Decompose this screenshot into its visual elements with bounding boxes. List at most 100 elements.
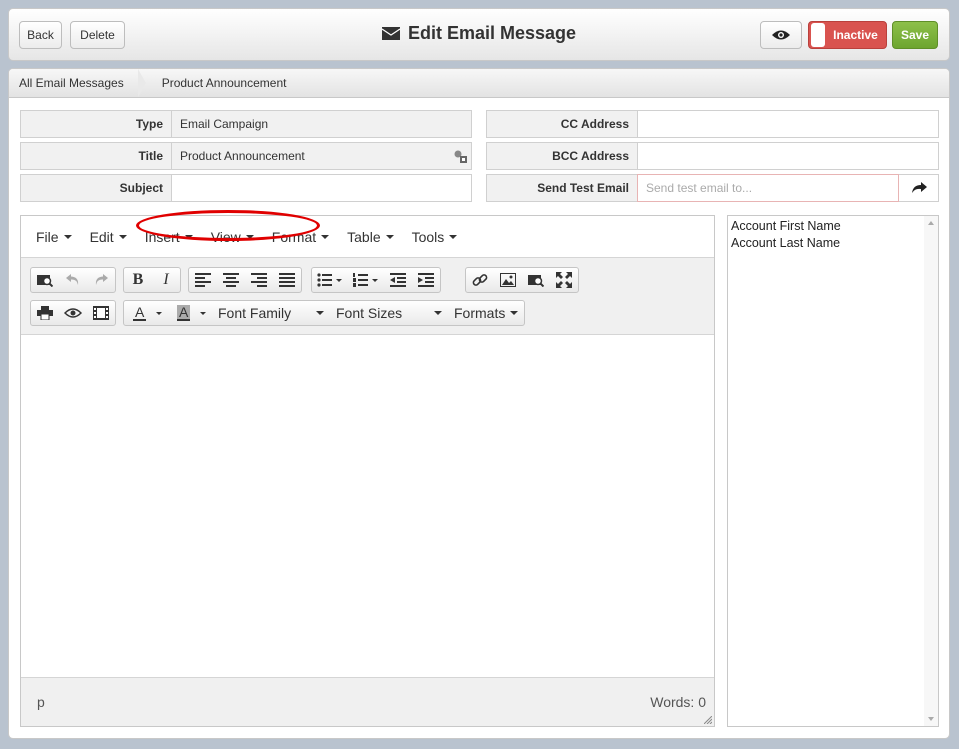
breadcrumb: All Email Messages Product Announcement: [9, 69, 949, 98]
search-folder-icon: [37, 275, 53, 287]
menu-table[interactable]: Table: [338, 229, 402, 245]
title-field[interactable]: Product Announcement: [171, 142, 472, 170]
link-button[interactable]: [466, 268, 494, 292]
bcc-input[interactable]: [637, 142, 939, 170]
caret-icon: [245, 234, 254, 239]
align-right-button[interactable]: [245, 268, 273, 292]
scroll-up-icon[interactable]: [924, 218, 938, 228]
print-icon: [37, 306, 53, 320]
undo-button[interactable]: [59, 268, 87, 292]
type-label: Type: [20, 110, 171, 138]
image-icon: [500, 273, 516, 287]
cc-label: CC Address: [486, 110, 637, 138]
caret-icon: [385, 234, 394, 239]
menu-tools[interactable]: Tools: [403, 229, 467, 245]
menu-table-label: Table: [347, 228, 381, 245]
eye-icon: [64, 308, 82, 318]
font-sizes-label: Font Sizes: [336, 305, 403, 321]
menu-file[interactable]: File: [27, 229, 81, 245]
link-icon: [472, 274, 488, 286]
save-button[interactable]: Save: [892, 21, 938, 49]
subject-label: Subject: [20, 174, 171, 202]
title-label: Title: [20, 142, 171, 170]
editor-toolbar: B I A A Font Family Font Sizes Formats: [21, 258, 714, 335]
toolbar-group-align: [188, 267, 302, 293]
background-color-button[interactable]: A: [168, 301, 212, 325]
subject-input[interactable]: [171, 174, 472, 202]
cc-input[interactable]: [637, 110, 939, 138]
align-center-button[interactable]: [217, 268, 245, 292]
test-email-input[interactable]: Send test email to...: [637, 174, 899, 202]
bcc-row: BCC Address: [486, 142, 939, 170]
caret-icon: [63, 234, 72, 239]
numbered-list-icon: [353, 273, 378, 287]
svg-text:A: A: [135, 305, 145, 320]
preview-button[interactable]: [760, 21, 802, 49]
indent-button[interactable]: [412, 268, 440, 292]
caret-icon: [449, 234, 458, 239]
caret-icon: [510, 311, 518, 315]
fullscreen-icon: [556, 272, 572, 288]
indent-icon: [418, 273, 434, 287]
scroll-down-icon[interactable]: [924, 714, 938, 724]
font-sizes-select[interactable]: Font Sizes: [330, 301, 448, 325]
merge-field-icon[interactable]: [453, 149, 467, 163]
undo-icon: [66, 274, 79, 285]
test-email-row: Send Test Email Send test email to...: [486, 174, 939, 202]
font-family-label: Font Family: [218, 305, 292, 321]
caret-icon: [316, 311, 324, 315]
breadcrumb-current: Product Announcement: [161, 76, 287, 90]
merge-field-item[interactable]: Account First Name: [728, 218, 938, 235]
font-family-select[interactable]: Font Family: [212, 301, 330, 325]
italic-button[interactable]: I: [152, 268, 180, 292]
menu-view[interactable]: View: [202, 229, 263, 245]
subject-row: Subject: [20, 174, 472, 202]
image-button[interactable]: [494, 268, 522, 292]
background-color-icon: A: [177, 305, 206, 321]
text-color-button[interactable]: A: [124, 301, 168, 325]
print-button[interactable]: [31, 301, 59, 325]
preview-toolbar-button[interactable]: [59, 301, 87, 325]
main-panel: All Email Messages Product Announcement …: [8, 68, 950, 739]
resize-handle-icon[interactable]: [704, 716, 712, 724]
test-email-label: Send Test Email: [486, 174, 637, 202]
fullscreen-button[interactable]: [550, 268, 578, 292]
bcc-label: BCC Address: [486, 142, 637, 170]
toolbar-group-lists: [311, 267, 441, 293]
merge-fields-list: Account First Name Account Last Name: [727, 215, 939, 727]
toolbar-group-insert: [465, 267, 579, 293]
eye-icon: [772, 30, 790, 40]
find-replace-button[interactable]: [31, 268, 59, 292]
active-toggle[interactable]: Inactive: [808, 21, 887, 49]
toolbar-group-print: [30, 300, 116, 326]
envelope-icon: [381, 27, 400, 40]
outdent-button[interactable]: [384, 268, 412, 292]
menu-edit[interactable]: Edit: [81, 229, 136, 245]
send-test-button[interactable]: [899, 174, 939, 202]
toolbar-group-history: [30, 267, 116, 293]
merge-field-item[interactable]: Account Last Name: [728, 235, 938, 252]
search-folder-icon: [528, 275, 544, 287]
align-left-button[interactable]: [189, 268, 217, 292]
redo-button[interactable]: [87, 268, 115, 292]
caret-icon: [118, 234, 127, 239]
search-button[interactable]: [522, 268, 550, 292]
test-email-placeholder: Send test email to...: [646, 181, 753, 195]
type-value: Email Campaign: [171, 110, 472, 138]
menu-format-label: Format: [271, 228, 317, 245]
numbered-list-button[interactable]: [348, 268, 384, 292]
title-row: Title Product Announcement: [20, 142, 472, 170]
formats-select[interactable]: Formats: [448, 301, 524, 325]
menu-insert[interactable]: Insert: [136, 229, 202, 245]
breadcrumb-all-email-messages[interactable]: All Email Messages: [9, 69, 146, 98]
page-title-text: Edit Email Message: [407, 23, 577, 43]
justify-button[interactable]: [273, 268, 301, 292]
outdent-icon: [390, 273, 406, 287]
media-button[interactable]: [87, 301, 115, 325]
bold-button[interactable]: B: [124, 268, 152, 292]
caret-icon: [434, 311, 442, 315]
scrollbar[interactable]: [924, 216, 938, 726]
bullet-list-button[interactable]: [312, 268, 348, 292]
menu-format[interactable]: Format: [263, 229, 338, 245]
editor-content-area[interactable]: [21, 336, 714, 677]
